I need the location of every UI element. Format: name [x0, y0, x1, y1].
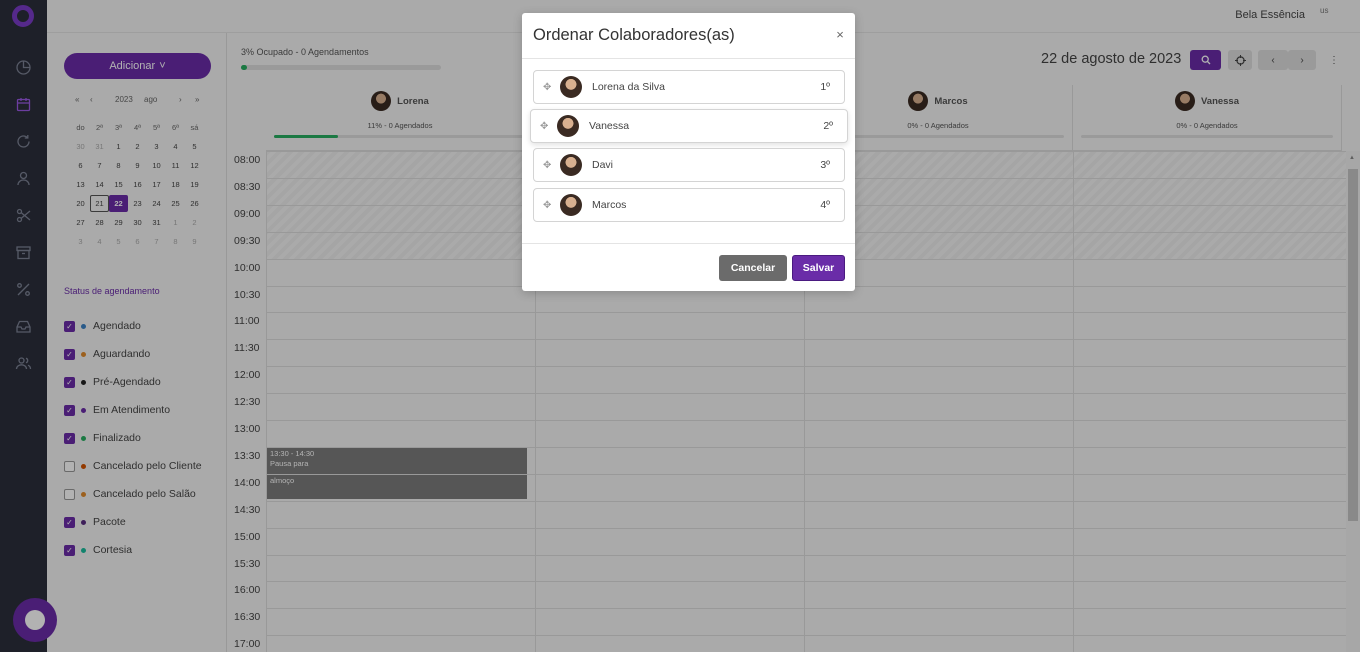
- drag-handle-icon[interactable]: ✥: [543, 82, 554, 93]
- save-button[interactable]: Salvar: [792, 255, 845, 281]
- drag-handle-icon[interactable]: ✥: [543, 160, 554, 171]
- avatar: [560, 76, 582, 98]
- sortable-collaborator-item[interactable]: ✥ Davi 3º: [533, 148, 845, 182]
- sortable-collaborator-item[interactable]: ✥ Marcos 4º: [533, 188, 845, 222]
- order-position: 4º: [820, 199, 830, 211]
- avatar: [557, 115, 579, 137]
- collaborator-name: Marcos: [592, 199, 627, 211]
- close-icon[interactable]: ×: [833, 27, 847, 42]
- order-position: 3º: [820, 159, 830, 171]
- modal-title: Ordenar Colaboradores(as): [533, 26, 735, 44]
- modal-divider: [522, 58, 855, 59]
- sortable-collaborator-item[interactable]: ✥ Lorena da Silva 1º: [533, 70, 845, 104]
- sortable-collaborator-item[interactable]: ✥ Vanessa 2º: [530, 109, 848, 143]
- cancel-button[interactable]: Cancelar: [719, 255, 787, 281]
- collaborator-name: Lorena da Silva: [592, 81, 665, 93]
- order-position: 1º: [820, 81, 830, 93]
- avatar: [560, 154, 582, 176]
- drag-handle-icon[interactable]: ✥: [543, 200, 554, 211]
- avatar: [560, 194, 582, 216]
- modal-divider: [522, 243, 855, 244]
- drag-handle-icon[interactable]: ✥: [540, 121, 551, 132]
- collaborator-name: Vanessa: [589, 120, 630, 132]
- collaborator-name: Davi: [592, 159, 614, 171]
- order-collaborators-modal: Ordenar Colaboradores(as) × ✥ Lorena da S…: [522, 13, 855, 291]
- order-position: 2º: [823, 120, 833, 132]
